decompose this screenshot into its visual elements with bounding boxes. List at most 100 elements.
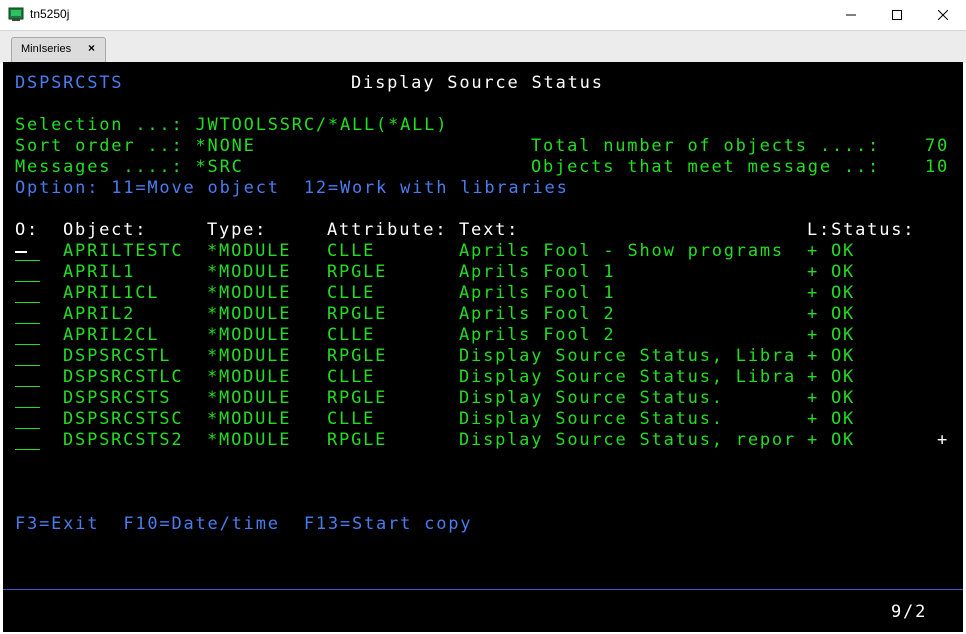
row-type: *MODULE — [207, 388, 292, 408]
row-object: DSPSRCSTLC — [63, 367, 184, 387]
row-text: Display Source Status. — [459, 388, 724, 408]
row-object: DSPSRCSTL — [63, 346, 172, 366]
col-header-type: Type: — [207, 220, 268, 240]
objects-meet-value: 10 — [925, 157, 950, 177]
session-tab-label: MinIseries — [21, 43, 72, 55]
selection-field: Selection ...: JWTOOLSSRC/*ALL(*ALL) — [15, 115, 449, 135]
options-legend: Option: 11=Move object 12=Work with libr… — [15, 178, 569, 198]
tab-close-icon[interactable]: × — [88, 41, 95, 55]
row-text: Display Source Status, Libra — [459, 367, 796, 387]
screen-title: Display Source Status — [351, 73, 604, 93]
row-type: *MODULE — [207, 367, 292, 387]
option-input[interactable] — [15, 430, 40, 450]
row-type: *MODULE — [207, 346, 292, 366]
row-attribute: CLLE — [327, 409, 376, 429]
minimize-button[interactable] — [828, 0, 874, 30]
maximize-icon — [892, 10, 902, 20]
col-header-object: Object: — [63, 220, 148, 240]
row-text: Aprils Fool 2 — [459, 325, 616, 345]
row-type: *MODULE — [207, 241, 292, 261]
minimize-icon — [846, 14, 856, 16]
option-input[interactable] — [15, 262, 40, 282]
row-l: + — [807, 241, 820, 261]
row-attribute: RPGLE — [327, 430, 388, 450]
more-indicator: + — [937, 430, 950, 450]
option-input[interactable] — [15, 283, 40, 303]
function-keys[interactable]: F3=Exit F10=Date/time F13=Start copy — [15, 514, 472, 535]
maximize-button[interactable] — [874, 0, 920, 30]
row-type: *MODULE — [207, 430, 292, 450]
row-text: Display Source Status. — [459, 409, 724, 429]
row-status: OK — [831, 241, 856, 261]
option-input[interactable] — [15, 388, 40, 408]
row-l: + — [807, 325, 820, 345]
row-type: *MODULE — [207, 325, 292, 345]
cursor-position: 9/2 — [891, 602, 928, 622]
session-tab[interactable]: MinIseries × — [11, 37, 106, 62]
row-l: + — [807, 367, 820, 387]
messages-field: Messages ....: *SRC — [15, 157, 244, 177]
row-attribute: CLLE — [327, 325, 376, 345]
row-type: *MODULE — [207, 409, 292, 429]
row-text: Aprils Fool 1 — [459, 283, 616, 303]
row-object: APRIL1CL — [63, 283, 160, 303]
option-input[interactable] — [15, 409, 40, 429]
row-status: OK — [831, 409, 856, 429]
session-tabbar: MinIseries × — [0, 30, 966, 63]
row-object: DSPSRCSTSC — [63, 409, 184, 429]
row-type: *MODULE — [207, 283, 292, 303]
row-status: OK — [831, 304, 856, 324]
row-l: + — [807, 304, 820, 324]
status-divider — [3, 589, 963, 590]
row-text: Aprils Fool 2 — [459, 304, 616, 324]
option-input[interactable] — [15, 325, 40, 345]
row-type: *MODULE — [207, 262, 292, 282]
row-attribute: CLLE — [327, 367, 376, 387]
row-object: APRIL2CL — [63, 325, 160, 345]
close-button[interactable] — [920, 0, 966, 30]
text-cursor — [15, 251, 27, 253]
close-icon — [938, 10, 948, 20]
row-attribute: CLLE — [327, 283, 376, 303]
option-input[interactable] — [15, 367, 40, 387]
window-titlebar: tn5250j — [0, 0, 966, 30]
row-status: OK — [831, 283, 856, 303]
row-l: + — [807, 409, 820, 429]
option-input[interactable] — [15, 346, 40, 366]
option-input[interactable] — [15, 304, 40, 324]
row-status: OK — [831, 367, 856, 387]
row-text: Display Source Status, Libra — [459, 346, 796, 366]
row-l: + — [807, 388, 820, 408]
program-name: DSPSRCSTS — [15, 73, 124, 93]
row-attribute: CLLE — [327, 241, 376, 261]
row-attribute: RPGLE — [327, 388, 388, 408]
col-header-text: Text: — [459, 220, 520, 240]
total-objects-label: Total number of objects ....: — [531, 136, 881, 156]
total-objects-value: 70 — [925, 136, 950, 156]
row-object: DSPSRCSTS — [63, 388, 172, 408]
row-attribute: RPGLE — [327, 262, 388, 282]
row-status: OK — [831, 388, 856, 408]
row-l: + — [807, 283, 820, 303]
col-header-option: O: — [15, 220, 40, 240]
terminal-screen[interactable]: DSPSRCSTS Display Source Status Selectio… — [3, 62, 963, 632]
row-object: APRIL2 — [63, 304, 136, 324]
objects-meet-label: Objects that meet message ..: — [531, 157, 881, 177]
row-object: DSPSRCSTS2 — [63, 430, 184, 450]
row-l: + — [807, 430, 820, 450]
row-object: APRIL1 — [63, 262, 136, 282]
terminal-app-icon — [8, 7, 24, 21]
row-attribute: RPGLE — [327, 304, 388, 324]
row-status: OK — [831, 346, 856, 366]
row-text: Aprils Fool 1 — [459, 262, 616, 282]
row-l: + — [807, 346, 820, 366]
row-text: Display Source Status, repor — [459, 430, 796, 450]
row-status: OK — [831, 430, 856, 450]
row-type: *MODULE — [207, 304, 292, 324]
row-attribute: RPGLE — [327, 346, 388, 366]
row-status: OK — [831, 325, 856, 345]
row-l: + — [807, 262, 820, 282]
col-header-lstatus: L:Status: — [807, 220, 916, 240]
row-text: Aprils Fool - Show programs — [459, 241, 784, 261]
sort-order-field: Sort order ..: *NONE — [15, 136, 256, 156]
